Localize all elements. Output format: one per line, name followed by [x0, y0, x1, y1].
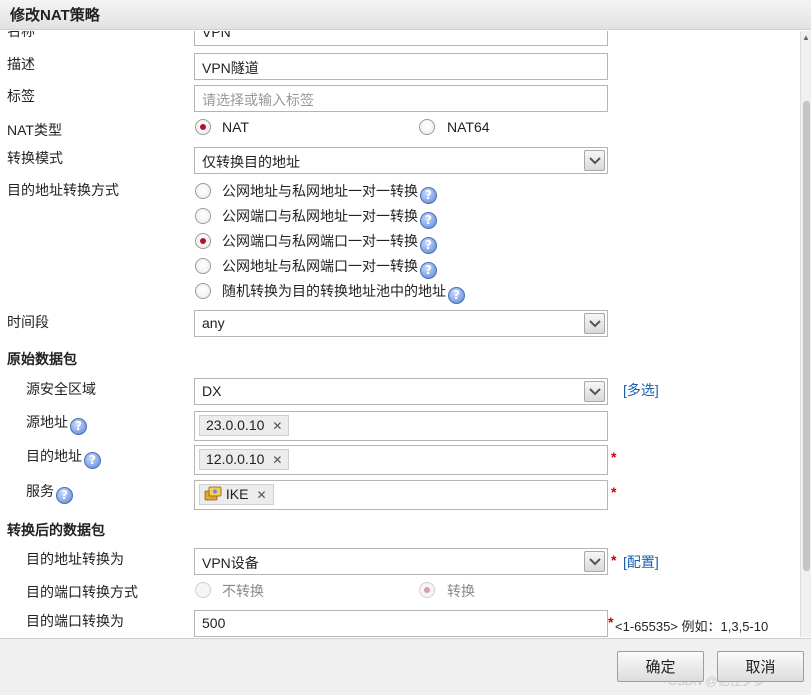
time-range-select[interactable]: any: [194, 310, 608, 337]
required-marker: *: [611, 484, 617, 500]
help-icon[interactable]: ?: [420, 187, 437, 204]
dest-address-label: 目的地址?: [26, 446, 101, 469]
dest-port-method-label: 目的端口转换方式: [26, 584, 138, 600]
dest-port-to-label: 目的端口转换为: [26, 613, 124, 629]
description-input[interactable]: VPN隧道: [194, 53, 608, 80]
nat-type-option-nat[interactable]: NAT: [222, 119, 249, 135]
translated-packet-section-title: 转换后的数据包: [7, 522, 105, 538]
dest-address-tag: 12.0.0.10 ✕: [199, 449, 290, 470]
help-icon[interactable]: ?: [448, 287, 465, 304]
service-icon: [204, 486, 222, 501]
dest-method-radio-2[interactable]: [195, 208, 211, 224]
nat-type-option-nat64[interactable]: NAT64: [447, 119, 490, 135]
source-zone-label: 源安全区域: [26, 381, 96, 397]
dest-port-radio-none[interactable]: [195, 582, 211, 598]
required-marker: *: [611, 449, 617, 465]
close-icon[interactable]: ✕: [272, 419, 282, 433]
chevron-down-icon[interactable]: [584, 313, 605, 334]
close-icon[interactable]: ✕: [256, 488, 266, 502]
dest-port-radio-convert[interactable]: [419, 582, 435, 598]
dest-address-to-value: VPN设备: [202, 555, 259, 571]
convert-mode-select[interactable]: 仅转换目的地址: [194, 147, 608, 174]
help-icon[interactable]: ?: [56, 487, 73, 504]
dest-convert-method-label: 目的地址转换方式: [7, 182, 119, 198]
dest-address-to-label: 目的地址转换为: [26, 551, 124, 567]
convert-mode-label: 转换模式: [7, 150, 63, 166]
help-icon[interactable]: ?: [420, 237, 437, 254]
dest-port-option-none[interactable]: 不转换: [222, 581, 264, 601]
chevron-down-icon[interactable]: [584, 551, 605, 572]
ok-button[interactable]: 确定: [617, 651, 704, 682]
dest-method-radio-5[interactable]: [195, 283, 211, 299]
source-zone-value: DX: [202, 383, 222, 399]
name-input[interactable]: VPN: [194, 31, 608, 46]
nat-type-radio-nat64[interactable]: [419, 119, 435, 135]
dest-method-option-5[interactable]: 随机转换为目的转换地址池中的地址?: [222, 281, 465, 304]
convert-mode-value: 仅转换目的地址: [202, 154, 300, 170]
required-marker: *: [611, 552, 617, 568]
configure-link[interactable]: [配置]: [623, 552, 659, 572]
required-marker: *: [608, 614, 614, 630]
dest-method-option-1[interactable]: 公网地址与私网地址一对一转换?: [222, 181, 437, 204]
dest-method-option-4[interactable]: 公网地址与私网端口一对一转换?: [222, 256, 437, 279]
dest-method-option-2[interactable]: 公网端口与私网地址一对一转换?: [222, 206, 437, 229]
service-label: 服务?: [26, 481, 73, 504]
dialog-content: 名称 VPN 描述 VPN隧道 标签 请选择或输入标签 NAT类型 NAT NA…: [0, 31, 800, 637]
name-label: 名称: [7, 31, 35, 39]
original-packet-section-title: 原始数据包: [7, 351, 77, 367]
chevron-down-icon[interactable]: [584, 150, 605, 171]
help-icon[interactable]: ?: [420, 212, 437, 229]
dest-method-radio-3[interactable]: [195, 233, 211, 249]
source-address-label: 源地址?: [26, 412, 87, 435]
cancel-button[interactable]: 取消: [717, 651, 804, 682]
dest-method-radio-1[interactable]: [195, 183, 211, 199]
dialog-titlebar: 修改NAT策略: [0, 0, 811, 30]
dest-method-option-3[interactable]: 公网端口与私网端口一对一转换?: [222, 231, 437, 254]
chevron-down-icon[interactable]: [584, 381, 605, 402]
port-range-hint: <1-65535> 例如：1,3,5-10: [615, 619, 769, 634]
dialog-footer: CSDN @忆往夕梦 确定 取消: [0, 638, 811, 695]
dest-method-radio-4[interactable]: [195, 258, 211, 274]
tag-input[interactable]: 请选择或输入标签: [194, 85, 608, 112]
help-icon[interactable]: ?: [420, 262, 437, 279]
time-range-value: any: [202, 315, 225, 331]
nat-type-radio-nat[interactable]: [195, 119, 211, 135]
source-address-tag: 23.0.0.10 ✕: [199, 415, 290, 436]
description-label: 描述: [7, 56, 35, 72]
dialog-title: 修改NAT策略: [10, 7, 100, 24]
source-zone-select[interactable]: DX: [194, 378, 608, 405]
nat-type-label: NAT类型: [7, 122, 62, 138]
tag-label: 标签: [7, 88, 35, 104]
scroll-up-icon[interactable]: ▲: [802, 33, 810, 42]
time-range-label: 时间段: [7, 314, 49, 330]
vertical-scrollbar[interactable]: ▲: [800, 31, 811, 637]
dest-address-to-select[interactable]: VPN设备: [194, 548, 608, 575]
dest-port-option-convert[interactable]: 转换: [447, 581, 475, 601]
scrollbar-thumb[interactable]: [803, 101, 810, 571]
service-input[interactable]: IKE ✕: [194, 480, 608, 510]
dest-port-to-input[interactable]: 500: [194, 610, 608, 637]
dest-address-input[interactable]: 12.0.0.10 ✕: [194, 445, 608, 475]
service-tag: IKE ✕: [199, 484, 274, 505]
help-icon[interactable]: ?: [70, 418, 87, 435]
source-address-input[interactable]: 23.0.0.10 ✕: [194, 411, 608, 441]
multi-select-link[interactable]: [多选]: [623, 380, 659, 400]
help-icon[interactable]: ?: [84, 452, 101, 469]
close-icon[interactable]: ✕: [272, 453, 282, 467]
